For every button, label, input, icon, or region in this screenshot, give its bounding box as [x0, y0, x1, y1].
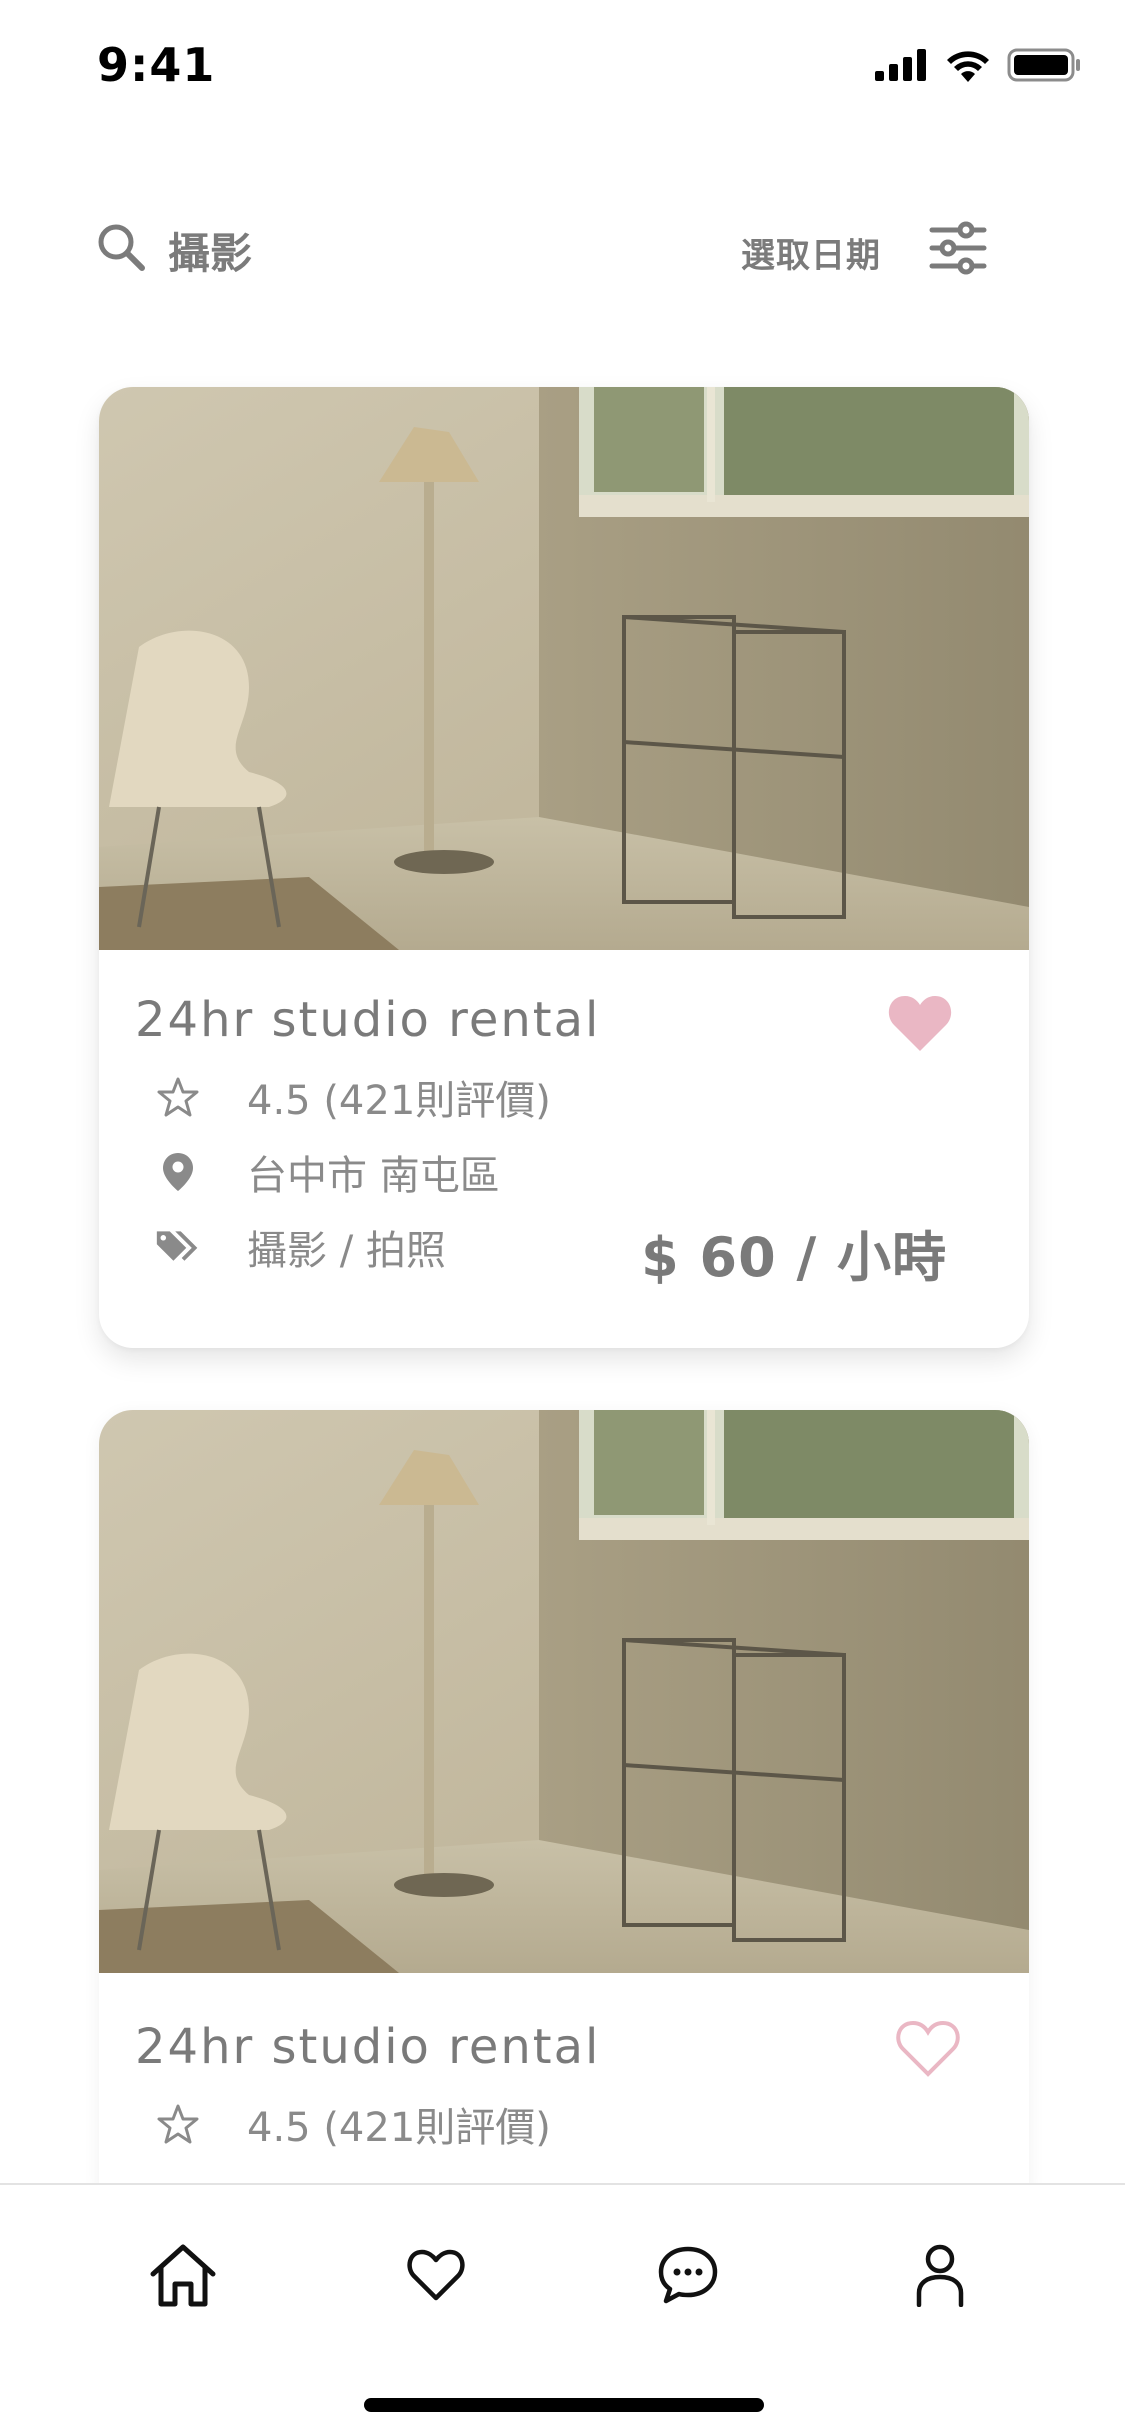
tags-icon [156, 1231, 198, 1261]
heart-outline-icon[interactable] [895, 2018, 961, 2078]
star-icon [157, 2104, 199, 2144]
heart-filled-icon[interactable] [887, 993, 953, 1053]
location-row: 台中市 南屯區 [155, 1144, 500, 1200]
listing-card[interactable]: 24hr studio rental 4.5 (421則評價) [99, 1410, 1029, 2190]
rating-row: 4.5 (421則評價) [155, 1069, 551, 1125]
heart-icon [407, 2249, 465, 2301]
bottom-nav [0, 2183, 1125, 2436]
filter-sliders-icon[interactable] [928, 218, 988, 278]
star-icon [157, 1077, 199, 1117]
listing-title: 24hr studio rental [135, 2019, 601, 2075]
rating-text: 4.5 (421則評價) [247, 1078, 551, 1124]
battery-icon [1007, 48, 1080, 82]
chat-icon [658, 2246, 718, 2304]
nav-home[interactable] [143, 2235, 223, 2315]
studio-photo [99, 387, 1029, 950]
home-indicator [364, 2398, 764, 2412]
nav-profile[interactable] [900, 2235, 980, 2315]
status-icons [875, 48, 1081, 82]
home-icon [150, 2244, 216, 2307]
wifi-icon [947, 51, 989, 82]
profile-icon [916, 2244, 964, 2307]
location-text: 台中市 南屯區 [247, 1153, 500, 1199]
nav-messages[interactable] [648, 2235, 728, 2315]
studio-photo [99, 1410, 1029, 1973]
search-icon[interactable] [96, 222, 146, 272]
nav-favorites[interactable] [396, 2235, 476, 2315]
location-pin-icon [163, 1153, 193, 1191]
rating-row: 4.5 (421則評價) [155, 2096, 551, 2152]
listing-card[interactable]: 24hr studio rental 4.5 (421則評價) 台中市 南屯區 [99, 387, 1029, 1348]
search-bar: 攝影 選取日期 [0, 200, 1125, 300]
rating-text: 4.5 (421則評價) [247, 2105, 551, 2151]
cellular-signal-icon [875, 49, 926, 81]
status-time: 9:41 [97, 38, 216, 92]
tags-text: 攝影 / 拍照 [247, 1228, 446, 1274]
date-picker-button[interactable]: 選取日期 [741, 228, 881, 277]
price-text: $ 60 / 小時 [641, 1226, 947, 1289]
listing-title: 24hr studio rental [135, 992, 601, 1048]
status-bar: 9:41 [0, 0, 1125, 130]
search-input[interactable]: 攝影 [168, 220, 252, 281]
tags-row: 攝影 / 拍照 [155, 1219, 446, 1275]
